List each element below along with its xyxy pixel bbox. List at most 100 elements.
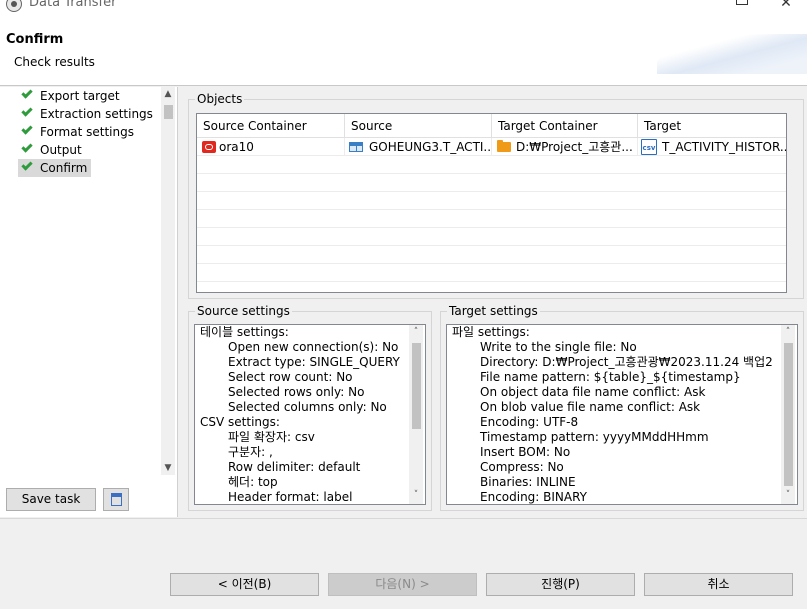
settings-line: Header format: label xyxy=(228,490,353,504)
window-title: Data Transfer xyxy=(29,0,117,10)
target-settings-lines: 파일 settings: Write to the single file: No… xyxy=(452,325,773,504)
settings-line: 파일 확장자: csv xyxy=(228,430,315,444)
scrollbar-thumb[interactable] xyxy=(412,343,421,429)
scroll-up-icon[interactable]: ▲ xyxy=(161,87,175,101)
table-row xyxy=(197,264,786,282)
source-settings-lines: 테이블 settings: Open new connection(s): No E… xyxy=(200,325,400,504)
table-row xyxy=(197,174,786,192)
settings-line: Compress: No xyxy=(480,460,564,474)
column-header-source[interactable]: Source xyxy=(345,114,492,138)
check-icon xyxy=(21,141,33,153)
scrollbar-thumb[interactable] xyxy=(784,343,793,486)
settings-line: On object data file name conflict: Ask xyxy=(480,385,706,399)
settings-line: Encoding: UTF-8 xyxy=(480,415,579,429)
check-icon xyxy=(21,159,33,171)
settings-line: On blob value file name conflict: Ask xyxy=(480,400,701,414)
table-row xyxy=(197,228,786,246)
settings-line: Extract type: SINGLE_QUERY xyxy=(228,355,400,369)
table-icon xyxy=(349,142,363,152)
settings-line: Select row count: No xyxy=(228,370,353,384)
cell-target-container: D:₩Project_고흥관... xyxy=(492,138,638,156)
scroll-up-icon[interactable]: ˄ xyxy=(781,325,795,339)
check-icon xyxy=(21,105,33,117)
target-settings-scrollbar[interactable]: ˄ ˅ xyxy=(781,325,795,504)
scroll-down-icon[interactable]: ˅ xyxy=(409,488,423,502)
settings-line: Selected columns only: No xyxy=(228,400,387,414)
maximize-icon[interactable] xyxy=(732,0,752,13)
settings-line: Insert BOM: No xyxy=(480,445,571,459)
objects-table: Source Container Source Target Container… xyxy=(196,113,787,293)
target-settings-title: Target settings xyxy=(447,304,540,318)
settings-line: 파일 settings: xyxy=(452,325,530,339)
check-icon xyxy=(21,123,33,135)
settings-line: File name pattern: ${table}_${timestamp} xyxy=(480,370,741,384)
cancel-button[interactable]: 취소 xyxy=(644,573,793,596)
settings-line: 구분자: , xyxy=(228,445,273,459)
wizard-navigation: Export target Extraction settings Format… xyxy=(0,87,178,517)
cell-target: csv T_ACTIVITY_HISTOR... xyxy=(638,138,787,156)
settings-line: Encoding: BINARY xyxy=(480,490,588,504)
check-icon xyxy=(21,87,33,99)
close-icon[interactable]: ✕ xyxy=(776,0,796,13)
settings-line: Open new connection(s): No xyxy=(228,340,399,354)
source-settings-scrollbar[interactable]: ˄ ˅ xyxy=(409,325,423,504)
nav-item-extraction-settings[interactable]: Extraction settings xyxy=(18,105,157,123)
scroll-up-icon[interactable]: ˄ xyxy=(409,325,423,339)
table-row xyxy=(197,246,786,264)
source-settings-text[interactable]: 테이블 settings: Open new connection(s): No E… xyxy=(194,324,426,505)
table-row[interactable]: ora10 GOHEUNG3.T_ACTI... D:₩Project_고흥관.… xyxy=(197,138,787,156)
next-button[interactable]: 다음(N) > xyxy=(328,573,477,596)
page-title: Confirm xyxy=(6,32,64,47)
scroll-down-icon[interactable]: ˅ xyxy=(781,488,795,502)
folder-icon xyxy=(497,140,511,152)
objects-group-title: Objects xyxy=(195,92,245,106)
nav-item-label: Format settings xyxy=(40,125,134,139)
target-container-text: D:₩Project_고흥관... xyxy=(516,140,633,154)
cell-source: GOHEUNG3.T_ACTI... xyxy=(345,138,492,156)
table-row xyxy=(197,210,786,228)
oracle-icon xyxy=(202,141,216,153)
nav-item-export-target[interactable]: Export target xyxy=(18,87,124,105)
nav-item-label: Export target xyxy=(40,89,120,103)
table-header: Source Container Source Target Container… xyxy=(197,114,786,138)
page-description: Check results xyxy=(14,55,95,69)
nav-item-label: Output xyxy=(40,143,82,157)
column-header-target-container[interactable]: Target Container xyxy=(492,114,638,138)
window-title-bar: Data Transfer ✕ xyxy=(0,0,807,16)
header-decoration xyxy=(657,34,807,74)
table-row xyxy=(197,156,786,174)
source-settings-title: Source settings xyxy=(195,304,292,318)
back-button[interactable]: < 이전(B) xyxy=(170,573,319,596)
save-task-button[interactable]: Save task xyxy=(6,488,96,511)
column-header-source-container[interactable]: Source Container xyxy=(197,114,345,138)
task-manager-button[interactable] xyxy=(103,488,129,511)
source-container-text: ora10 xyxy=(219,140,254,154)
cell-source-container: ora10 xyxy=(197,138,345,156)
column-header-target[interactable]: Target xyxy=(638,114,786,138)
nav-scrollbar[interactable]: ▲ ▼ xyxy=(161,87,175,475)
target-settings-text[interactable]: 파일 settings: Write to the single file: No… xyxy=(446,324,798,505)
settings-line: Selected rows only: No xyxy=(228,385,365,399)
wizard-button-bar: < 이전(B) 다음(N) > 진행(P) 취소 xyxy=(0,518,807,609)
nav-item-output[interactable]: Output xyxy=(18,141,86,159)
scroll-down-icon[interactable]: ▼ xyxy=(161,461,175,475)
scrollbar-thumb[interactable] xyxy=(164,105,173,119)
settings-line: 헤더: top xyxy=(228,475,278,489)
nav-item-format-settings[interactable]: Format settings xyxy=(18,123,138,141)
source-text: GOHEUNG3.T_ACTI... xyxy=(369,140,492,154)
settings-line: Row delimiter: default xyxy=(228,460,361,474)
nav-item-confirm[interactable]: Confirm xyxy=(18,159,92,177)
settings-line: 테이블 settings: xyxy=(200,325,289,339)
settings-line: Directory: D:₩Project_고흥관광₩2023.11.24 백업… xyxy=(480,355,773,369)
wizard-step-list: Export target Extraction settings Format… xyxy=(0,87,160,475)
network-icon xyxy=(111,493,122,506)
table-row xyxy=(197,192,786,210)
settings-line: Timestamp pattern: yyyyMMddHHmm xyxy=(480,430,709,444)
minimize-icon[interactable] xyxy=(690,0,710,13)
target-text: T_ACTIVITY_HISTOR... xyxy=(662,140,787,154)
proceed-button[interactable]: 진행(P) xyxy=(486,573,635,596)
app-logo-icon xyxy=(6,0,22,12)
settings-line: Binaries: INLINE xyxy=(480,475,576,489)
csv-file-icon: csv xyxy=(641,139,657,155)
settings-line: Write to the single file: No xyxy=(480,340,637,354)
